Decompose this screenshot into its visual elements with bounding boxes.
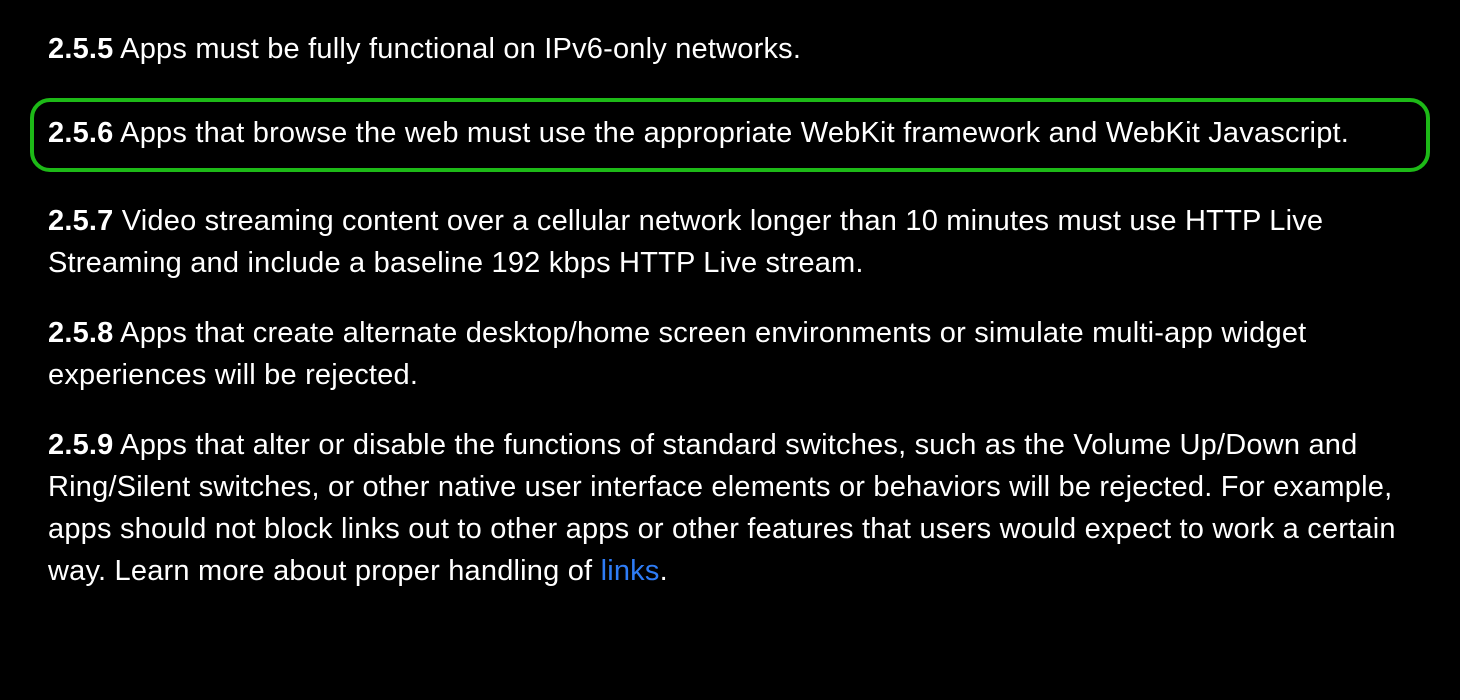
guidelines-list: 2.5.5 Apps must be fully functional on I… — [0, 28, 1460, 592]
rule-2-5-5: 2.5.5 Apps must be fully functional on I… — [48, 28, 1412, 70]
rule-2-5-8: 2.5.8 Apps that create alternate desktop… — [48, 312, 1412, 396]
rule-number: 2.5.8 — [48, 317, 114, 349]
links-link[interactable]: links — [601, 555, 660, 587]
rule-text: Apps that create alternate desktop/home … — [48, 317, 1306, 391]
rule-text: Apps must be fully functional on IPv6-on… — [114, 33, 802, 65]
rule-2-5-9: 2.5.9 Apps that alter or disable the fun… — [48, 424, 1412, 592]
rule-number: 2.5.6 — [48, 117, 114, 149]
rule-2-5-7: 2.5.7 Video streaming content over a cel… — [48, 200, 1412, 284]
rule-2-5-6-highlighted: 2.5.6 Apps that browse the web must use … — [30, 98, 1430, 172]
rule-text-part-a: Apps that alter or disable the functions… — [48, 429, 1396, 587]
rule-text: Apps that browse the web must use the ap… — [114, 117, 1350, 149]
rule-number: 2.5.5 — [48, 33, 114, 65]
rule-number: 2.5.7 — [48, 205, 114, 237]
rule-number: 2.5.9 — [48, 429, 114, 461]
rule-text-part-b: . — [660, 555, 668, 587]
rule-text: Video streaming content over a cellular … — [48, 205, 1323, 279]
